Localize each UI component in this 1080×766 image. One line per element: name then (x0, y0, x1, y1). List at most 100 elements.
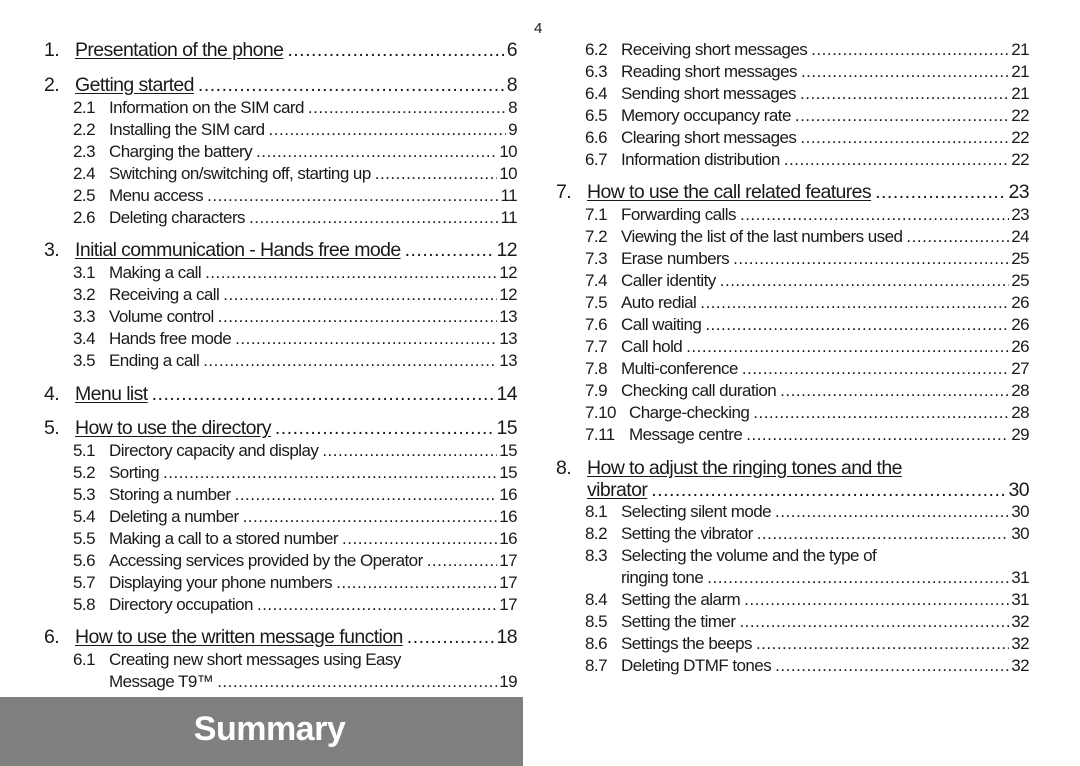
toc-chapter-entry[interactable]: 3. Initial communication - Hands free mod… (44, 240, 518, 261)
toc-section-entry[interactable]: 8.4 Setting the alarm 31 (585, 591, 1030, 608)
toc-section-entry[interactable]: 7.9 Checking call duration 28 (585, 382, 1030, 399)
toc-section-entry[interactable]: 5.6 Accessing services provided by the Op… (73, 552, 518, 569)
toc-section-entry[interactable]: 7.1 Forwarding calls 23 (585, 206, 1030, 223)
entry-title[interactable]: Displaying your phone numbers (109, 574, 333, 591)
entry-title[interactable]: Information on the SIM card (109, 99, 304, 116)
toc-section-entry[interactable]: 8.1 Selecting silent mode 30 (585, 503, 1030, 520)
toc-section-entry[interactable]: 2.2 Installing the SIM card 9 (73, 121, 518, 138)
entry-title[interactable]: Sorting (109, 464, 160, 481)
toc-section-entry[interactable]: 7.2 Viewing the list of the last numbers … (585, 228, 1030, 245)
entry-title[interactable]: Sending short messages (621, 85, 797, 102)
entry-title[interactable]: Initial communication - Hands free mode (75, 240, 401, 261)
toc-section-entry[interactable]: 5.7 Displaying your phone numbers 17 (73, 574, 518, 591)
entry-title[interactable]: Volume control (109, 308, 214, 325)
toc-chapter-entry[interactable]: 2. Getting started 8 (44, 75, 518, 96)
entry-title[interactable]: Getting started (75, 75, 195, 96)
entry-title[interactable]: Making a call (109, 264, 202, 281)
toc-section-entry[interactable]: 8.6 Settings the beeps 32 (585, 635, 1030, 652)
entry-title[interactable]: Selecting silent mode (621, 503, 772, 520)
toc-chapter-entry[interactable]: 5. How to use the directory 15 (44, 418, 518, 439)
toc-section-entry[interactable]: 7.5 Auto redial 26 (585, 294, 1030, 311)
entry-title[interactable]: Clearing short messages (621, 129, 797, 146)
entry-title-continuation[interactable]: Message T9™ (109, 673, 214, 690)
toc-section-entry[interactable]: 5.8 Directory occupation 17 (73, 596, 518, 613)
entry-title[interactable]: Charging the battery (109, 143, 253, 160)
entry-title[interactable]: Selecting the volume and the type of (621, 547, 877, 564)
entry-title-continuation[interactable]: ringing tone (621, 569, 704, 586)
toc-section-entry[interactable]: 3.3 Volume control 13 (73, 308, 518, 325)
toc-section-entry[interactable]: 8.5 Setting the timer 32 (585, 613, 1030, 630)
entry-title[interactable]: Call hold (621, 338, 683, 355)
entry-title[interactable]: Auto redial (621, 294, 697, 311)
toc-entry-continuation[interactable]: ringing tone 31 (621, 569, 1030, 586)
toc-chapter-entry[interactable]: 7. How to use the call related features 23 (556, 182, 1030, 203)
entry-title[interactable]: Receiving short messages (621, 41, 808, 58)
toc-section-entry[interactable]: 2.1 Information on the SIM card 8 (73, 99, 518, 116)
toc-chapter-entry[interactable]: 1. Presentation of the phone 6 (44, 40, 518, 61)
toc-section-entry[interactable]: 8.3 Selecting the volume and the type of (585, 547, 1029, 564)
toc-entry-continuation[interactable]: Message T9™ 19 (109, 673, 518, 690)
entry-title[interactable]: Message centre (629, 426, 743, 443)
entry-title[interactable]: How to adjust the ringing tones and the (587, 458, 902, 479)
entry-title[interactable]: Viewing the list of the last numbers use… (621, 228, 903, 245)
entry-title[interactable]: Deleting characters (109, 209, 246, 226)
entry-title[interactable]: Presentation of the phone (75, 40, 284, 61)
toc-section-entry[interactable]: 2.5 Menu access 11 (73, 187, 518, 204)
toc-section-entry[interactable]: 7.4 Caller identity 25 (585, 272, 1030, 289)
entry-title[interactable]: Charge-checking (629, 404, 750, 421)
toc-section-entry[interactable]: 5.1 Directory capacity and display 15 (73, 442, 518, 459)
toc-section-entry[interactable]: 2.3 Charging the battery 10 (73, 143, 518, 160)
entry-title[interactable]: Directory occupation (109, 596, 254, 613)
entry-title[interactable]: Settings the beeps (621, 635, 752, 652)
toc-section-entry[interactable]: 3.4 Hands free mode 13 (73, 330, 518, 347)
entry-title[interactable]: Receiving a call (109, 286, 220, 303)
entry-title[interactable]: Storing a number (109, 486, 231, 503)
entry-title[interactable]: Forwarding calls (621, 206, 737, 223)
toc-section-entry[interactable]: 5.2 Sorting 15 (73, 464, 518, 481)
entry-title[interactable]: Directory capacity and display (109, 442, 319, 459)
toc-section-entry[interactable]: 6.5 Memory occupancy rate 22 (585, 107, 1030, 124)
entry-title[interactable]: Call waiting (621, 316, 702, 333)
toc-entry-continuation[interactable]: vibrator 30 (587, 480, 1030, 501)
entry-title[interactable]: Deleting DTMF tones (621, 657, 772, 674)
entry-title[interactable]: Switching on/switching off, starting up (109, 165, 371, 182)
entry-title[interactable]: Ending a call (109, 352, 200, 369)
entry-title[interactable]: Installing the SIM card (109, 121, 265, 138)
toc-section-entry[interactable]: 6.1 Creating new short messages using Eas… (73, 651, 517, 668)
entry-title[interactable]: Erase numbers (621, 250, 730, 267)
entry-title[interactable]: Making a call to a stored number (109, 530, 339, 547)
entry-title[interactable]: Hands free mode (109, 330, 232, 347)
toc-section-entry[interactable]: 8.7 Deleting DTMF tones 32 (585, 657, 1030, 674)
entry-title[interactable]: Deleting a number (109, 508, 239, 525)
entry-title[interactable]: Menu access (109, 187, 204, 204)
entry-title[interactable]: Information distribution (621, 151, 780, 168)
toc-section-entry[interactable]: 2.4 Switching on/switching off, starting … (73, 165, 518, 182)
entry-title-continuation[interactable]: vibrator (587, 480, 648, 501)
toc-section-entry[interactable]: 6.3 Reading short messages 21 (585, 63, 1030, 80)
entry-title[interactable]: Setting the alarm (621, 591, 741, 608)
entry-title[interactable]: Setting the vibrator (621, 525, 753, 542)
entry-title[interactable]: How to use the directory (75, 418, 271, 439)
entry-title[interactable]: Menu list (75, 384, 148, 405)
toc-section-entry[interactable]: 6.7 Information distribution 22 (585, 151, 1030, 168)
toc-section-entry[interactable]: 5.5 Making a call to a stored number 16 (73, 530, 518, 547)
entry-title[interactable]: Checking call duration (621, 382, 777, 399)
toc-section-entry[interactable]: 6.4 Sending short messages 21 (585, 85, 1030, 102)
entry-title[interactable]: How to use the written message function (75, 627, 403, 648)
toc-section-entry[interactable]: 6.2 Receiving short messages 21 (585, 41, 1030, 58)
entry-title[interactable]: Memory occupancy rate (621, 107, 791, 124)
toc-section-entry[interactable]: 7.3 Erase numbers 25 (585, 250, 1030, 267)
toc-section-entry[interactable]: 7.6 Call waiting 26 (585, 316, 1030, 333)
toc-section-entry[interactable]: 2.6 Deleting characters 11 (73, 209, 518, 226)
toc-chapter-entry[interactable]: 4. Menu list 14 (44, 384, 518, 405)
toc-section-entry[interactable]: 7.8 Multi-conference 27 (585, 360, 1030, 377)
toc-section-entry[interactable]: 6.6 Clearing short messages 22 (585, 129, 1030, 146)
toc-chapter-entry[interactable]: 6. How to use the written message functio… (44, 627, 518, 648)
toc-section-entry[interactable]: 5.4 Deleting a number 16 (73, 508, 518, 525)
entry-title[interactable]: Accessing services provided by the Opera… (109, 552, 423, 569)
entry-title[interactable]: Reading short messages (621, 63, 798, 80)
toc-chapter-entry[interactable]: 8. How to adjust the ringing tones and th… (556, 458, 1029, 479)
toc-section-entry[interactable]: 7.10 Charge-checking 28 (585, 404, 1030, 421)
entry-title[interactable]: Caller identity (621, 272, 716, 289)
toc-section-entry[interactable]: 3.5 Ending a call 13 (73, 352, 518, 369)
